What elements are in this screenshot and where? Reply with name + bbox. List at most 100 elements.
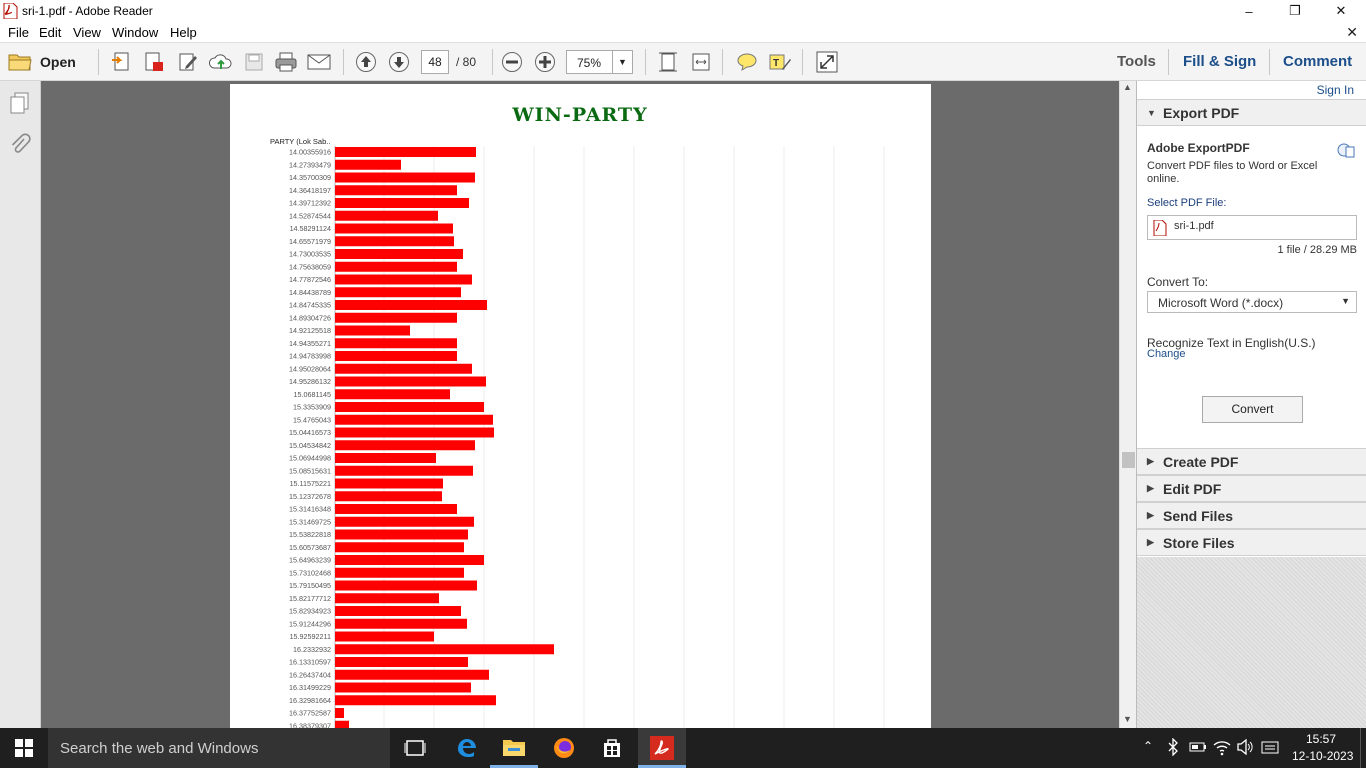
- adobe-exportpdf-title: Adobe ExportPDF: [1147, 141, 1250, 155]
- chart-tick-label: 14.84745335: [289, 301, 331, 310]
- create-pdf-label: Create PDF: [1163, 453, 1239, 470]
- taskbar-search-box[interactable]: Search the web and Windows: [48, 728, 390, 768]
- tools-tab[interactable]: Tools: [1117, 53, 1156, 70]
- taskbar: Search the web and Windows ⌃ 15:57 12-10…: [0, 728, 1366, 768]
- firefox-icon[interactable]: [552, 736, 576, 763]
- zoom-select[interactable]: 75% ▼: [566, 50, 633, 74]
- print-button[interactable]: [273, 50, 299, 74]
- zoom-out-button[interactable]: [499, 50, 525, 74]
- open-button[interactable]: Open: [8, 49, 76, 75]
- send-files-section[interactable]: ▶ Send Files: [1137, 502, 1366, 529]
- show-desktop-button[interactable]: [1360, 728, 1366, 768]
- battery-icon[interactable]: [1189, 741, 1207, 756]
- page-thumbnails-icon[interactable]: [8, 91, 32, 118]
- comment-tab[interactable]: Comment: [1283, 53, 1352, 70]
- task-view-icon[interactable]: [404, 738, 426, 761]
- chart-tick-label: 14.65571979: [289, 237, 331, 246]
- chart-bar: [335, 300, 487, 310]
- restore-button[interactable]: ❐: [1272, 0, 1318, 22]
- edit-pdf-label: Edit PDF: [1163, 480, 1222, 497]
- chevron-up-icon[interactable]: ⌃: [1143, 739, 1153, 753]
- highlight-text-icon: T: [769, 54, 791, 70]
- close-icon: ✕: [1335, 3, 1347, 18]
- page-total: / 80: [456, 55, 477, 69]
- send-files-label: Send Files: [1163, 507, 1234, 524]
- zoom-in-button[interactable]: [532, 50, 558, 74]
- convert-button[interactable]: Convert: [1202, 396, 1303, 423]
- edit-pdf-section[interactable]: ▶ Edit PDF: [1137, 475, 1366, 502]
- fit-width-button[interactable]: [688, 50, 714, 74]
- pdf-file-field[interactable]: sri-1.pdf: [1147, 215, 1357, 240]
- chart-tick-label: 14.36418197: [289, 186, 331, 195]
- chart-bar: [335, 542, 464, 553]
- edge-browser-icon[interactable]: [455, 737, 477, 762]
- menu-edit[interactable]: Edit: [39, 25, 61, 40]
- close-button[interactable]: ✕: [1318, 0, 1364, 22]
- pdf-page: WIN-PARTY PARTY (Lok Sab.. 14.00355916 14.2…: [230, 84, 931, 728]
- chart-category-header: PARTY (Lok Sab..: [270, 137, 330, 146]
- save-disk-icon: [245, 53, 263, 71]
- open-label: Open: [40, 54, 76, 70]
- email-button[interactable]: [306, 50, 332, 74]
- network-wifi-icon[interactable]: [1212, 738, 1232, 759]
- chart-bar: [335, 338, 457, 349]
- change-link[interactable]: Change: [1147, 348, 1186, 360]
- highlight-button[interactable]: T: [767, 50, 793, 74]
- export-info-icon[interactable]: [1337, 141, 1355, 162]
- chart-bar: [335, 185, 457, 196]
- chart-bar: [335, 210, 438, 221]
- previous-page-button[interactable]: [353, 50, 379, 74]
- menu-window[interactable]: Window: [112, 25, 158, 40]
- chart-tick-label: 15.0681145: [294, 390, 331, 399]
- chart-tick-label: 15.79150495: [289, 581, 331, 590]
- create-button[interactable]: [108, 50, 134, 74]
- adobe-reader-icon: [650, 736, 674, 760]
- file-explorer-icon[interactable]: [502, 736, 526, 761]
- scroll-down-arrow-icon[interactable]: ▼: [1123, 714, 1132, 724]
- scroll-up-arrow-icon[interactable]: ▲: [1123, 82, 1132, 92]
- adobe-reader-taskbar-button[interactable]: [638, 728, 686, 768]
- chart-tick-label: 15.31469725: [289, 517, 331, 526]
- next-page-button[interactable]: [386, 50, 412, 74]
- create-pdf-section[interactable]: ▶ Create PDF: [1137, 448, 1366, 475]
- store-icon[interactable]: [601, 736, 623, 761]
- chart-bar: [335, 172, 475, 183]
- menu-view[interactable]: View: [73, 25, 101, 40]
- save-button[interactable]: [241, 50, 267, 74]
- window-title: sri-1.pdf - Adobe Reader: [22, 4, 153, 18]
- attachments-paperclip-icon[interactable]: [8, 133, 32, 160]
- chart-bar: [335, 682, 471, 693]
- chart-tick-label: 16.32981664: [289, 696, 331, 705]
- close-document-icon[interactable]: ✕: [1346, 24, 1358, 41]
- chart-tick-label: 15.06944998: [289, 454, 331, 463]
- sticky-note-button[interactable]: [734, 50, 760, 74]
- speaker-volume-icon[interactable]: [1236, 738, 1254, 758]
- windows-logo-icon: [15, 739, 33, 757]
- full-screen-button[interactable]: [814, 50, 840, 74]
- edit-button[interactable]: [175, 50, 201, 74]
- chart-tick-label: 14.35700309: [289, 173, 331, 182]
- menu-help[interactable]: Help: [170, 25, 197, 40]
- menu-file[interactable]: File: [8, 25, 29, 40]
- arrow-down-icon: [389, 52, 409, 72]
- start-button[interactable]: [0, 728, 48, 768]
- fit-page-button[interactable]: [655, 50, 681, 74]
- speech-bubble-icon: [737, 53, 757, 72]
- bluetooth-icon[interactable]: [1167, 737, 1179, 759]
- upload-button[interactable]: [208, 50, 234, 74]
- page-number-input[interactable]: 48: [421, 50, 449, 74]
- export-pdf-button[interactable]: [141, 50, 167, 74]
- triangle-right-icon: ▶: [1147, 510, 1154, 520]
- fill-sign-tab[interactable]: Fill & Sign: [1183, 53, 1256, 70]
- chart-bar: [335, 708, 344, 718]
- minimize-button[interactable]: –: [1226, 0, 1272, 22]
- title-bar: sri-1.pdf - Adobe Reader – ❐ ✕: [0, 0, 1366, 22]
- chart-tick-label: 14.94355271: [289, 339, 331, 348]
- export-pdf-header[interactable]: ▼ Export PDF: [1137, 99, 1366, 126]
- convert-to-select[interactable]: Microsoft Word (*.docx) ▼: [1147, 291, 1357, 313]
- sign-in-link[interactable]: Sign In: [1317, 83, 1354, 97]
- scrollbar-thumb[interactable]: [1122, 452, 1135, 468]
- keyboard-icon[interactable]: [1261, 740, 1279, 759]
- store-files-section[interactable]: ▶ Store Files: [1137, 529, 1366, 556]
- vertical-scrollbar[interactable]: ▲ ▼: [1119, 81, 1136, 728]
